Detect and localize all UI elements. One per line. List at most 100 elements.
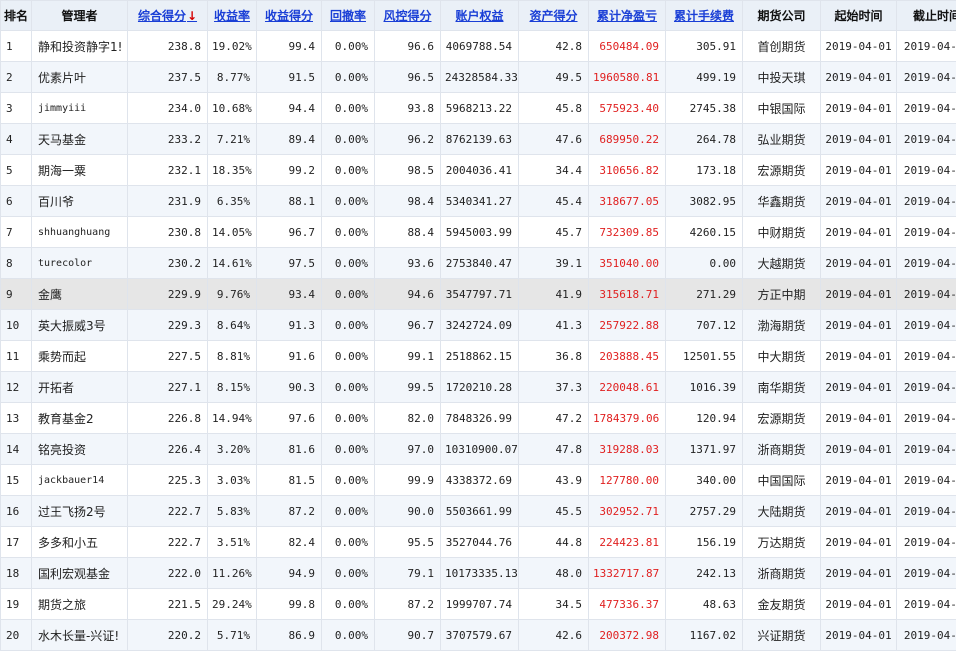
header-start-time: 起始时间: [821, 1, 897, 31]
cell-fees: 120.94: [666, 403, 743, 434]
cell-end-time: 2019-04-02: [897, 465, 956, 496]
header-asset-score[interactable]: 资产得分: [519, 1, 589, 31]
cell-account-equity: 4338372.69: [441, 465, 519, 496]
table-body: 1静和投资静字1!238.819.02%99.40.00%96.64069788…: [1, 31, 956, 651]
cell-fees: 156.19: [666, 527, 743, 558]
cell-end-time: 2019-04-01: [897, 124, 956, 155]
cell-net-pnl: 351040.00: [589, 248, 666, 279]
cell-return-score: 82.4: [257, 527, 322, 558]
cell-return-rate: 14.94%: [208, 403, 257, 434]
ranking-table: 排名 管理者 综合得分↓ 收益率 收益得分 回撤率 风控得分 账户权益 资产得分…: [0, 0, 956, 651]
cell-return-rate: 18.35%: [208, 155, 257, 186]
cell-return-score: 97.5: [257, 248, 322, 279]
table-row[interactable]: 11乘势而起227.58.81%91.60.00%99.12518862.153…: [1, 341, 956, 372]
header-fees[interactable]: 累计手续费: [666, 1, 743, 31]
table-row[interactable]: 13教育基金2226.814.94%97.60.00%82.07848326.9…: [1, 403, 956, 434]
cell-return-rate: 8.64%: [208, 310, 257, 341]
header-return-score[interactable]: 收益得分: [257, 1, 322, 31]
table-row[interactable]: 15jackbauer14225.33.03%81.50.00%99.94338…: [1, 465, 956, 496]
table-row[interactable]: 3jimmyiii234.010.68%94.40.00%93.85968213…: [1, 93, 956, 124]
cell-net-pnl: 650484.09: [589, 31, 666, 62]
cell-rank: 6: [1, 186, 32, 217]
cell-account-equity: 5945003.99: [441, 217, 519, 248]
cell-composite-score: 230.8: [128, 217, 208, 248]
cell-broker: 中大期货: [743, 341, 821, 372]
cell-return-score: 97.6: [257, 403, 322, 434]
cell-rank: 4: [1, 124, 32, 155]
cell-net-pnl: 315618.71: [589, 279, 666, 310]
header-composite-score[interactable]: 综合得分↓: [128, 1, 208, 31]
cell-asset-score: 37.3: [519, 372, 589, 403]
table-row[interactable]: 5期海一粟232.118.35%99.20.00%98.52004036.413…: [1, 155, 956, 186]
cell-broker: 宏源期货: [743, 403, 821, 434]
cell-return-score: 89.4: [257, 124, 322, 155]
header-risk-score[interactable]: 风控得分: [375, 1, 441, 31]
cell-fees: 1167.02: [666, 620, 743, 651]
cell-drawdown: 0.00%: [322, 310, 375, 341]
table-row[interactable]: 4天马基金233.27.21%89.40.00%96.28762139.6347…: [1, 124, 956, 155]
table-row[interactable]: 18国利宏观基金222.011.26%94.90.00%79.110173335…: [1, 558, 956, 589]
table-row[interactable]: 7shhuanghuang230.814.05%96.70.00%88.4594…: [1, 217, 956, 248]
cell-risk-score: 98.4: [375, 186, 441, 217]
header-account-equity[interactable]: 账户权益: [441, 1, 519, 31]
header-composite-score-label[interactable]: 综合得分: [138, 9, 186, 23]
table-row[interactable]: 9金鹰229.99.76%93.40.00%94.63547797.7141.9…: [1, 279, 956, 310]
cell-start-time: 2019-04-01: [821, 372, 897, 403]
cell-start-time: 2019-04-01: [821, 248, 897, 279]
cell-rank: 1: [1, 31, 32, 62]
table-row[interactable]: 14铭亮投资226.43.20%81.60.00%97.010310900.07…: [1, 434, 956, 465]
cell-return-score: 94.9: [257, 558, 322, 589]
cell-start-time: 2019-04-01: [821, 434, 897, 465]
cell-account-equity: 5968213.22: [441, 93, 519, 124]
cell-net-pnl: 319288.03: [589, 434, 666, 465]
cell-start-time: 2019-04-01: [821, 155, 897, 186]
table-row[interactable]: 10英大振威3号229.38.64%91.30.00%96.73242724.0…: [1, 310, 956, 341]
table-row[interactable]: 19期货之旅221.529.24%99.80.00%87.21999707.74…: [1, 589, 956, 620]
header-drawdown[interactable]: 回撤率: [322, 1, 375, 31]
cell-account-equity: 5340341.27: [441, 186, 519, 217]
header-net-pnl[interactable]: 累计净盈亏: [589, 1, 666, 31]
cell-asset-score: 48.0: [519, 558, 589, 589]
table-row[interactable]: 2优素片叶237.58.77%91.50.00%96.524328584.334…: [1, 62, 956, 93]
cell-start-time: 2019-04-01: [821, 62, 897, 93]
table-row[interactable]: 12开拓者227.18.15%90.30.00%99.51720210.2837…: [1, 372, 956, 403]
table-row[interactable]: 16过王飞扬2号222.75.83%87.20.00%90.05503661.9…: [1, 496, 956, 527]
table-row[interactable]: 6百川爷231.96.35%88.10.00%98.45340341.2745.…: [1, 186, 956, 217]
cell-return-rate: 8.15%: [208, 372, 257, 403]
cell-return-score: 96.7: [257, 217, 322, 248]
table-row[interactable]: 8turecolor230.214.61%97.50.00%93.6275384…: [1, 248, 956, 279]
cell-broker: 大陆期货: [743, 496, 821, 527]
cell-asset-score: 44.8: [519, 527, 589, 558]
cell-risk-score: 93.8: [375, 93, 441, 124]
cell-net-pnl: 257922.88: [589, 310, 666, 341]
cell-end-time: 2019-04-01: [897, 527, 956, 558]
cell-asset-score: 42.6: [519, 620, 589, 651]
cell-asset-score: 45.5: [519, 496, 589, 527]
cell-return-score: 99.2: [257, 155, 322, 186]
cell-asset-score: 42.8: [519, 31, 589, 62]
cell-composite-score: 233.2: [128, 124, 208, 155]
table-row[interactable]: 20水木长量-兴证!220.25.71%86.90.00%90.73707579…: [1, 620, 956, 651]
cell-rank: 5: [1, 155, 32, 186]
cell-manager: 铭亮投资: [32, 434, 128, 465]
cell-risk-score: 82.0: [375, 403, 441, 434]
cell-composite-score: 227.1: [128, 372, 208, 403]
table-row[interactable]: 17多多和小五222.73.51%82.40.00%95.53527044.76…: [1, 527, 956, 558]
cell-manager: 国利宏观基金: [32, 558, 128, 589]
cell-risk-score: 99.9: [375, 465, 441, 496]
cell-rank: 19: [1, 589, 32, 620]
cell-rank: 15: [1, 465, 32, 496]
cell-start-time: 2019-04-01: [821, 279, 897, 310]
cell-return-rate: 5.83%: [208, 496, 257, 527]
cell-account-equity: 3707579.67: [441, 620, 519, 651]
cell-drawdown: 0.00%: [322, 403, 375, 434]
table-row[interactable]: 1静和投资静字1!238.819.02%99.40.00%96.64069788…: [1, 31, 956, 62]
cell-rank: 11: [1, 341, 32, 372]
cell-return-rate: 10.68%: [208, 93, 257, 124]
cell-start-time: 2019-04-01: [821, 217, 897, 248]
cell-net-pnl: 203888.45: [589, 341, 666, 372]
header-return-rate[interactable]: 收益率: [208, 1, 257, 31]
cell-drawdown: 0.00%: [322, 620, 375, 651]
header-manager: 管理者: [32, 1, 128, 31]
cell-risk-score: 88.4: [375, 217, 441, 248]
